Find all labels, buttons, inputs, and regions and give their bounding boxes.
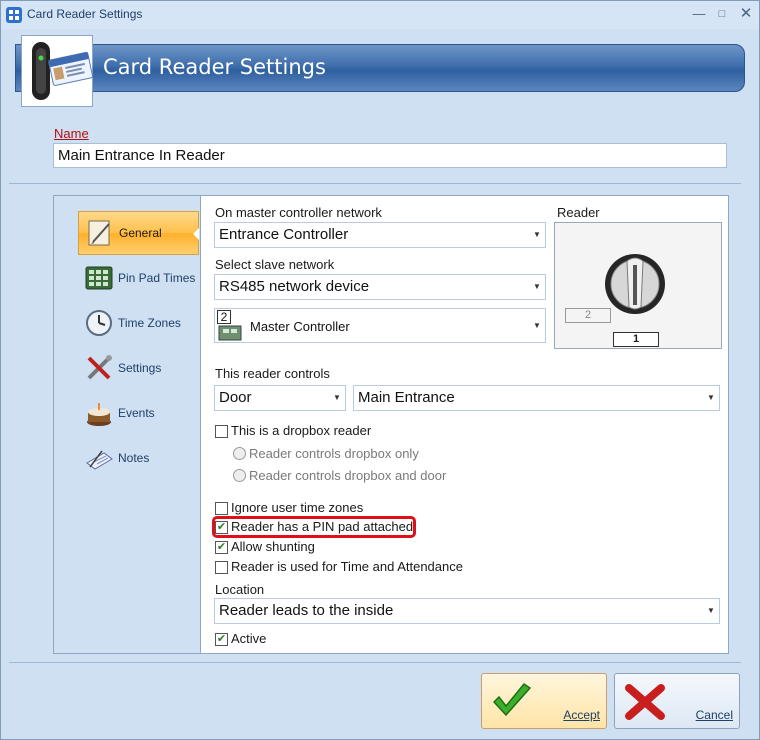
rotary-switch-icon[interactable] xyxy=(603,249,667,319)
slave-network-select[interactable]: RS485 network device ▼ xyxy=(214,274,546,300)
general-icon xyxy=(88,220,110,246)
chevron-down-icon: ▼ xyxy=(533,321,541,330)
controller-select[interactable]: 2 Master Controller ▼ xyxy=(214,308,546,343)
controls-target-select[interactable]: Main Entrance ▼ xyxy=(353,385,720,411)
controls-type-select[interactable]: Door ▼ xyxy=(214,385,346,411)
active-checkbox[interactable]: ✔ xyxy=(215,633,228,646)
name-input[interactable]: Main Entrance In Reader xyxy=(53,143,727,168)
divider xyxy=(9,183,741,184)
controller-badge: 2 xyxy=(217,310,231,324)
card-reader-icon xyxy=(21,35,94,107)
checkmark-icon xyxy=(492,682,532,717)
chevron-down-icon: ▼ xyxy=(533,282,541,291)
reader-label: Reader xyxy=(557,205,600,220)
master-network-value: Entrance Controller xyxy=(219,226,349,243)
divider xyxy=(9,662,741,663)
header-title: Card Reader Settings xyxy=(103,55,326,79)
accept-label: Accept xyxy=(563,708,600,722)
controls-type-value: Door xyxy=(219,389,252,406)
master-network-label: On master controller network xyxy=(215,205,382,220)
nav-item-notes[interactable]: Notes xyxy=(78,436,199,480)
cancel-label: Cancel xyxy=(695,708,733,722)
nav-label: Notes xyxy=(118,451,150,465)
pin-pad-icon xyxy=(85,266,113,290)
nav-item-time-zones[interactable]: Time Zones xyxy=(78,301,199,345)
dropbox-door-label: Reader controls dropbox and door xyxy=(249,468,447,483)
slave-network-value: RS485 network device xyxy=(219,278,370,295)
nav-label: Pin Pad Times xyxy=(118,271,196,285)
allow-shunting-label: Allow shunting xyxy=(231,539,315,554)
slave-network-label: Select slave network xyxy=(215,257,335,272)
master-network-select[interactable]: Entrance Controller ▼ xyxy=(214,222,546,248)
nav-label: Events xyxy=(118,406,155,420)
location-select[interactable]: Reader leads to the inside ▼ xyxy=(214,598,720,624)
ignore-time-zones-label: Ignore user time zones xyxy=(231,500,364,515)
notes-icon xyxy=(86,450,113,470)
location-label: Location xyxy=(215,582,265,597)
chevron-down-icon: ▼ xyxy=(707,606,715,615)
cancel-button[interactable]: Cancel xyxy=(614,673,740,729)
nav-label: General xyxy=(119,226,162,240)
reader-position-2[interactable]: 2 xyxy=(565,308,611,323)
dropbox-only-radio[interactable] xyxy=(233,447,246,460)
window-title: Card Reader Settings xyxy=(27,7,143,21)
dropbox-checkbox[interactable] xyxy=(215,425,228,438)
reader-selector xyxy=(554,222,722,349)
reader-position-1[interactable]: 1 xyxy=(613,332,659,347)
dropbox-door-radio[interactable] xyxy=(233,469,246,482)
accept-button[interactable]: Accept xyxy=(481,673,607,729)
name-label-text: Name xyxy=(54,126,89,141)
ignore-time-zones-checkbox[interactable] xyxy=(215,502,228,515)
minimize-button[interactable]: — xyxy=(688,5,710,23)
maximize-button[interactable]: □ xyxy=(711,5,733,23)
nav-item-settings[interactable]: Settings xyxy=(78,346,199,390)
tools-icon xyxy=(87,355,112,380)
cross-icon xyxy=(625,684,665,720)
dropbox-only-label: Reader controls dropbox only xyxy=(249,446,419,461)
app-icon xyxy=(6,7,22,23)
nav-item-events[interactable]: Events xyxy=(78,391,199,435)
time-attendance-label: Reader is used for Time and Attendance xyxy=(231,559,463,574)
nav-item-general[interactable]: General xyxy=(78,211,199,255)
allow-shunting-checkbox[interactable]: ✔ xyxy=(215,541,228,554)
pin-pad-checkbox[interactable]: ✔ xyxy=(215,521,228,534)
controls-target-value: Main Entrance xyxy=(358,389,455,406)
chevron-down-icon: ▼ xyxy=(707,393,715,402)
close-button[interactable]: ✕ xyxy=(735,5,757,23)
pin-pad-label: Reader has a PIN pad attached xyxy=(231,519,414,534)
location-value: Reader leads to the inside xyxy=(219,602,394,619)
time-attendance-checkbox[interactable] xyxy=(215,561,228,574)
chevron-down-icon: ▼ xyxy=(333,393,341,402)
name-label: Name xyxy=(54,126,89,141)
controller-icon xyxy=(218,325,242,341)
title-bar: Card Reader Settings — □ ✕ xyxy=(1,1,759,29)
active-label: Active xyxy=(231,631,267,646)
clock-icon xyxy=(86,310,112,336)
chevron-down-icon: ▼ xyxy=(533,230,541,239)
nav-label: Time Zones xyxy=(118,316,181,330)
controls-label: This reader controls xyxy=(215,366,330,381)
controller-value: Master Controller xyxy=(250,319,350,334)
nav-item-pin-pad-times[interactable]: Pin Pad Times xyxy=(78,256,199,300)
nav-label: Settings xyxy=(118,361,162,375)
dropbox-label: This is a dropbox reader xyxy=(231,423,372,438)
dialog-window: Card Reader Settings — □ ✕ Card Reader S… xyxy=(0,0,760,740)
cake-icon xyxy=(87,403,111,426)
